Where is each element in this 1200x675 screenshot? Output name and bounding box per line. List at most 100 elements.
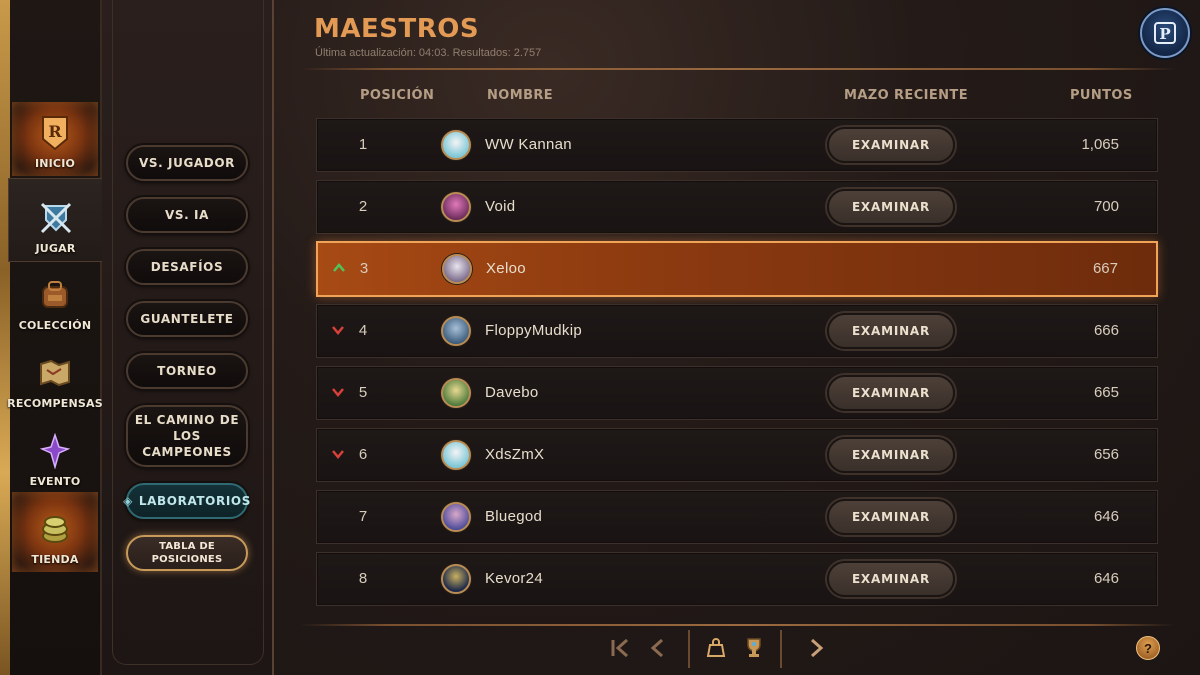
backpack-icon <box>37 277 73 313</box>
rail-label-coleccion: COLECCIÓN <box>18 319 92 332</box>
player-name: Davebo <box>485 384 539 401</box>
rail-label-jugar: JUGAR <box>35 242 76 255</box>
rank-value: 2 <box>358 198 368 215</box>
rail-label-inicio: INICIO <box>34 157 76 170</box>
trophy-filter-button[interactable] <box>740 634 768 662</box>
last-update-text: Última actualización: 04:03. Resultados:… <box>315 47 542 59</box>
submenu-desafios-button[interactable]: DESAFÍOS <box>126 249 248 285</box>
points-value: 656 <box>1093 446 1119 463</box>
player-name: XdsZmX <box>485 446 545 463</box>
column-header-deck[interactable]: MAZO RECIENTE <box>844 88 968 103</box>
submenu-vs-ia-button[interactable]: VS. IA <box>126 197 248 233</box>
profile-badge-icon: P <box>1154 22 1176 44</box>
first-page-button[interactable] <box>606 634 634 662</box>
trend-up-icon <box>332 261 346 275</box>
points-value: 1,065 <box>1081 136 1119 153</box>
rank-value: 8 <box>358 570 368 587</box>
help-button[interactable]: ? <box>1136 636 1160 660</box>
examine-deck-button[interactable]: EXAMINAR <box>827 313 955 349</box>
submenu-vs-jugador-button[interactable]: VS. JUGADOR <box>126 145 248 181</box>
region-filter-button[interactable] <box>702 634 730 662</box>
leaderboard-row[interactable]: 5 Davebo EXAMINAR 665 <box>316 366 1158 420</box>
submenu-laboratorios-label: LABORATORIOS <box>138 493 251 508</box>
points-value: 700 <box>1093 198 1119 215</box>
rail-item-jugar[interactable]: JUGAR <box>8 178 102 262</box>
rank-value: 3 <box>359 260 369 277</box>
first-page-icon <box>611 638 628 658</box>
scroll-map-icon <box>37 355 73 391</box>
examine-deck-button[interactable]: EXAMINAR <box>827 189 955 225</box>
submenu-camino-campeones-button[interactable]: EL CAMINO DE LOS CAMPEONES <box>126 405 248 467</box>
submenu-laboratorios-button[interactable]: ◈ LABORATORIOS <box>123 483 251 519</box>
crossed-swords-shield-icon <box>38 200 74 236</box>
submenu-torneo-button[interactable]: TORNEO <box>126 353 248 389</box>
player-avatar <box>441 502 471 532</box>
next-page-button[interactable] <box>802 634 830 662</box>
player-avatar <box>442 254 472 284</box>
player-avatar <box>441 440 471 470</box>
trend-down-icon <box>331 385 345 399</box>
leaderboard-panel: MAESTROS Última actualización: 04:03. Re… <box>272 0 1200 675</box>
column-header-position[interactable]: POSICIÓN <box>360 88 434 103</box>
points-value: 666 <box>1093 322 1119 339</box>
rail-label-tienda: TIENDA <box>31 553 79 566</box>
trend-down-icon <box>331 323 345 337</box>
pager-separator <box>780 630 782 668</box>
rail-item-coleccion[interactable]: COLECCIÓN <box>12 264 98 338</box>
rank-value: 6 <box>358 446 368 463</box>
leaderboard-row[interactable]: 4 FloppyMudkip EXAMINAR 666 <box>316 304 1158 358</box>
footer-divider <box>300 624 1176 626</box>
leaderboard-row[interactable]: 7 Bluegod EXAMINAR 646 <box>316 490 1158 544</box>
pager-separator <box>688 630 690 668</box>
player-name: WW Kannan <box>485 136 572 153</box>
profile-button[interactable]: P <box>1140 8 1190 58</box>
rail-label-evento: EVENTO <box>29 475 81 488</box>
points-value: 646 <box>1093 508 1119 525</box>
examine-deck-button[interactable]: EXAMINAR <box>827 437 955 473</box>
coins-icon <box>37 511 73 547</box>
column-header-points[interactable]: PUNTOS <box>1070 88 1133 103</box>
leaderboard-row[interactable]: 6 XdsZmX EXAMINAR 656 <box>316 428 1158 482</box>
leaderboard-row[interactable]: 8 Kevor24 EXAMINAR 646 <box>316 552 1158 606</box>
main-nav-rail: R INICIO JUGAR COLECCIÓN RECOMPENSAS EVE… <box>0 0 103 675</box>
leaderboard-row[interactable]: 1 WW Kannan EXAMINAR 1,065 <box>316 118 1158 172</box>
points-value: 667 <box>1092 260 1118 277</box>
lab-flask-icon: ◈ <box>123 493 133 508</box>
home-crest-icon: R <box>37 115 73 151</box>
examine-deck-button[interactable]: EXAMINAR <box>827 499 955 535</box>
player-avatar <box>441 130 471 160</box>
trophy-icon <box>747 638 761 657</box>
examine-deck-button[interactable]: EXAMINAR <box>827 375 955 411</box>
rail-item-recompensas[interactable]: RECOMPENSAS <box>7 342 103 416</box>
examine-deck-button[interactable]: EXAMINAR <box>827 561 955 597</box>
player-name: Bluegod <box>485 508 543 525</box>
header-divider <box>300 68 1176 70</box>
points-value: 646 <box>1093 570 1119 587</box>
submenu-tabla-posiciones-button[interactable]: TABLA DE POSICIONES <box>126 535 248 571</box>
next-page-icon <box>811 638 824 658</box>
rail-item-tienda[interactable]: TIENDA <box>12 492 98 572</box>
rail-item-evento[interactable]: EVENTO <box>12 420 98 494</box>
points-value: 665 <box>1093 384 1119 401</box>
rank-value: 5 <box>358 384 368 401</box>
svg-text:P: P <box>1159 25 1170 43</box>
purple-star-icon <box>37 433 73 469</box>
submenu-guantelete-button[interactable]: GUANTELETE <box>126 301 248 337</box>
player-name: Xeloo <box>486 260 526 277</box>
trend-down-icon <box>331 447 345 461</box>
player-avatar <box>441 564 471 594</box>
player-name: FloppyMudkip <box>485 322 582 339</box>
leaderboard-row-current-player[interactable]: 3 Xeloo 667 <box>316 241 1158 297</box>
player-name: Void <box>485 198 516 215</box>
player-name: Kevor24 <box>485 570 543 587</box>
player-avatar <box>441 378 471 408</box>
column-header-name[interactable]: NOMBRE <box>487 88 553 103</box>
leaderboard-row[interactable]: 2 Void EXAMINAR 700 <box>316 180 1158 234</box>
prev-page-icon <box>650 638 663 658</box>
rail-item-inicio[interactable]: R INICIO <box>12 102 98 176</box>
examine-deck-button[interactable]: EXAMINAR <box>827 127 955 163</box>
prev-page-button[interactable] <box>644 634 672 662</box>
play-submenu: VS. JUGADOR VS. IA DESAFÍOS GUANTELETE T… <box>102 0 272 675</box>
player-avatar <box>441 316 471 346</box>
rail-label-recompensas: RECOMPENSAS <box>7 397 103 410</box>
